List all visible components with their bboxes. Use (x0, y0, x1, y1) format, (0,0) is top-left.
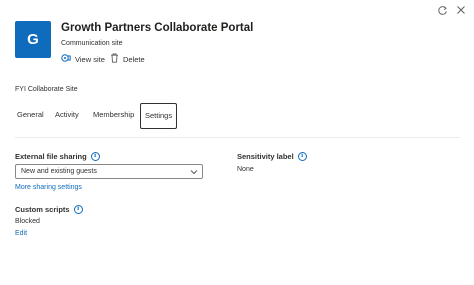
site-logo-tile: G (15, 21, 51, 58)
custom-scripts-value: Blocked (15, 218, 40, 225)
custom-scripts-label: Custom scripts (15, 205, 70, 214)
info-icon[interactable]: i (90, 152, 100, 161)
tab-membership[interactable]: Membership (91, 104, 136, 126)
edit-custom-scripts-link[interactable]: Edit (15, 230, 27, 237)
site-name: FYI Collaborate Site (15, 86, 78, 93)
external-sharing-value: New and existing guests (21, 168, 97, 175)
sensitivity-value: None (237, 166, 254, 173)
sensitivity-label-row: Sensitivity label i (237, 152, 307, 161)
view-site-button[interactable]: View site (61, 53, 105, 65)
custom-scripts-label-row: Custom scripts i (15, 205, 83, 214)
external-sharing-label: External file sharing (15, 152, 87, 161)
delete-icon (110, 53, 119, 65)
refresh-icon[interactable] (437, 4, 448, 16)
site-type: Communication site (61, 40, 123, 47)
view-site-label: View site (75, 54, 105, 64)
sensitivity-label: Sensitivity label (237, 152, 294, 161)
site-title: Growth Partners Collaborate Portal (61, 22, 254, 34)
external-sharing-label-row: External file sharing i (15, 152, 100, 161)
external-sharing-select[interactable]: New and existing guests (15, 164, 203, 179)
delete-button[interactable]: Delete (110, 53, 145, 65)
tab-divider (15, 137, 460, 138)
info-icon[interactable]: i (297, 152, 307, 161)
tab-activity[interactable]: Activity (53, 104, 81, 126)
chevron-down-icon (190, 169, 198, 177)
tab-general[interactable]: General (15, 104, 46, 126)
more-sharing-settings-link[interactable]: More sharing settings (15, 184, 82, 191)
close-icon[interactable] (456, 4, 466, 16)
tab-settings[interactable]: Settings (140, 103, 178, 129)
delete-label: Delete (123, 54, 145, 64)
view-site-icon (61, 53, 71, 65)
info-icon[interactable]: i (73, 205, 83, 214)
